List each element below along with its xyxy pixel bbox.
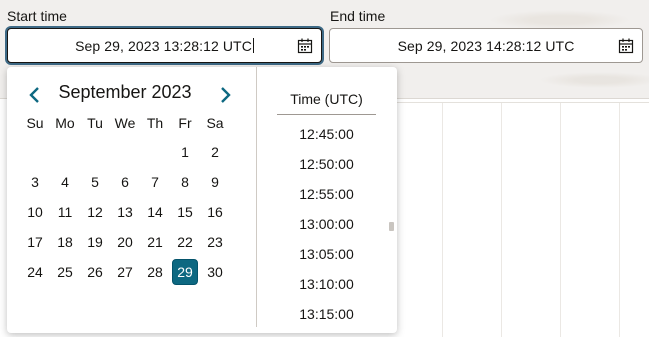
time-list-scrollbar[interactable] xyxy=(389,222,394,231)
chart-gridline xyxy=(619,103,620,337)
month-title: September 2023 xyxy=(58,82,192,102)
time-option[interactable]: 13:10:00 xyxy=(277,276,376,292)
start-time-value: Sep 29, 2023 13:28:12 UTC xyxy=(75,37,254,54)
day-cell[interactable]: 21 xyxy=(142,229,168,255)
day-cell[interactable]: 9 xyxy=(202,169,228,195)
popup-divider xyxy=(256,67,257,327)
weekday-label: Th xyxy=(146,115,164,131)
chart-gridline xyxy=(501,103,502,337)
time-list-header: Time (UTC) xyxy=(277,91,376,115)
time-option[interactable]: 13:15:00 xyxy=(277,306,376,322)
time-range-picker-screen: Start time Sep 29, 2023 13:28:12 UTC End… xyxy=(0,0,649,337)
day-cell[interactable]: 28 xyxy=(142,259,168,285)
weekday-label: Mo xyxy=(55,115,75,131)
day-cell[interactable]: 4 xyxy=(52,169,78,195)
day-cell[interactable]: 10 xyxy=(22,199,48,225)
next-month-button[interactable] xyxy=(217,84,235,106)
day-cell[interactable]: 2 xyxy=(202,139,228,165)
day-cell[interactable]: 5 xyxy=(82,169,108,195)
day-cell[interactable]: 30 xyxy=(202,259,228,285)
end-time-label: End time xyxy=(330,8,386,24)
weekday-label: Fr xyxy=(178,115,192,131)
date-time-popup: September 2023 Su Mo Tu We Th Fr Sa 1234567891… xyxy=(7,67,397,333)
day-cell[interactable]: 23 xyxy=(202,229,228,255)
calendar-icon[interactable] xyxy=(297,38,313,54)
weekday-label: Su xyxy=(26,115,44,131)
day-cell[interactable]: 18 xyxy=(52,229,78,255)
day-cell[interactable]: 7 xyxy=(142,169,168,195)
time-option[interactable]: 12:55:00 xyxy=(277,186,376,202)
day-selected[interactable]: 29 xyxy=(172,259,198,285)
calendar-icon[interactable] xyxy=(618,38,634,54)
end-time-value: Sep 29, 2023 14:28:12 UTC xyxy=(397,37,575,54)
weekday-label: We xyxy=(114,115,136,131)
day-cell[interactable]: 22 xyxy=(172,229,198,255)
weekday-label: Sa xyxy=(206,115,224,131)
day-cell[interactable]: 12 xyxy=(82,199,108,225)
day-cell[interactable]: 27 xyxy=(112,259,138,285)
time-option[interactable]: 12:45:00 xyxy=(277,126,376,142)
day-cell[interactable]: 25 xyxy=(52,259,78,285)
day-cell[interactable]: 3 xyxy=(22,169,48,195)
weekday-label: Tu xyxy=(87,115,103,131)
time-option[interactable]: 13:00:00 xyxy=(277,216,376,232)
day-cell[interactable]: 19 xyxy=(82,229,108,255)
day-cell[interactable]: 20 xyxy=(112,229,138,255)
day-cell[interactable]: 26 xyxy=(82,259,108,285)
time-option[interactable]: 12:50:00 xyxy=(277,156,376,172)
start-time-label: Start time xyxy=(7,8,67,24)
day-cell[interactable]: 6 xyxy=(112,169,138,195)
day-cell[interactable]: 8 xyxy=(172,169,198,195)
time-option[interactable]: 13:05:00 xyxy=(277,246,376,262)
day-cell[interactable]: 13 xyxy=(112,199,138,225)
day-cell[interactable]: 11 xyxy=(52,199,78,225)
day-cell[interactable]: 16 xyxy=(202,199,228,225)
day-cell[interactable]: 1 xyxy=(172,139,198,165)
day-cell[interactable]: 15 xyxy=(172,199,198,225)
day-cell[interactable]: 24 xyxy=(22,259,48,285)
chart-gridline xyxy=(396,102,649,103)
previous-month-button[interactable] xyxy=(25,84,43,106)
start-time-input[interactable]: Sep 29, 2023 13:28:12 UTC xyxy=(7,28,322,63)
chart-gridline xyxy=(560,103,561,337)
end-time-input[interactable]: Sep 29, 2023 14:28:12 UTC xyxy=(329,28,643,63)
day-cell[interactable]: 14 xyxy=(142,199,168,225)
day-cell[interactable]: 17 xyxy=(22,229,48,255)
chart-gridline xyxy=(442,103,443,337)
